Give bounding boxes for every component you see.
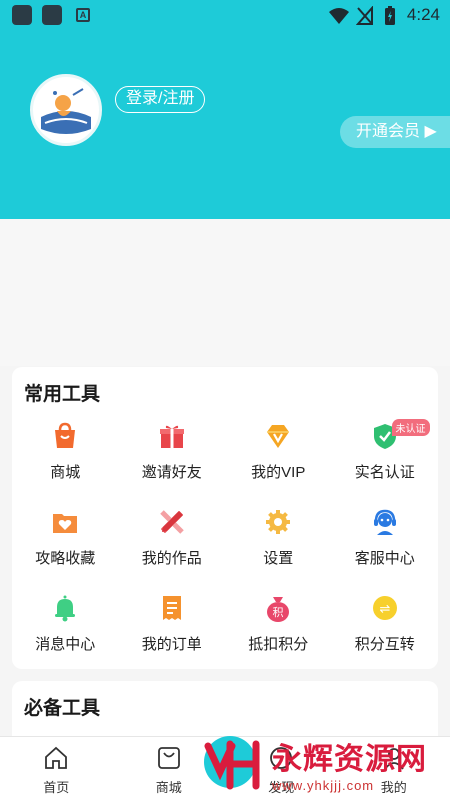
section-title: 常用工具	[24, 384, 101, 405]
tool-deduct-points[interactable]: 积 抵扣积分	[225, 589, 332, 675]
tab-label: 我的	[380, 780, 407, 795]
wifi-icon	[329, 8, 349, 24]
gear-icon	[266, 510, 291, 534]
clock: 4:24	[406, 5, 440, 24]
notification-icon	[12, 5, 32, 25]
section-title: 必备工具	[24, 698, 101, 719]
tab-label: 首页	[43, 780, 70, 795]
profile-icon	[384, 748, 404, 770]
profile-header: 登录/注册 开通会员 ▶	[0, 32, 450, 219]
vip-diamond-icon	[267, 425, 290, 448]
tool-shop[interactable]: 商城	[12, 417, 119, 503]
points-glyph: 积	[273, 606, 284, 619]
tool-message-center[interactable]: 消息中心	[12, 589, 119, 675]
tool-points-transfer[interactable]: ⇌ 积分互转	[332, 589, 439, 675]
tool-label: 设置	[263, 550, 294, 567]
money-bag-icon: 积	[267, 597, 290, 622]
shopping-bag-icon	[55, 422, 76, 448]
tool-label: 邀请好友	[141, 464, 202, 481]
receipt-icon	[162, 596, 181, 620]
gift-icon	[159, 425, 184, 448]
common-tools-card: 常用工具 商城 邀请好友 我的VIP 未认证 实名认证 攻略收藏 我的作品 设置…	[12, 367, 438, 669]
exchange-glyph: ⇌	[379, 602, 390, 617]
tab-label: 发现	[268, 780, 295, 795]
unverified-badge: 未认证	[391, 419, 430, 436]
login-register-button[interactable]: 登录/注册	[115, 86, 206, 113]
tool-label: 积分互转	[354, 636, 415, 653]
tool-label: 实名认证	[354, 464, 415, 481]
tool-label: 客服中心	[354, 550, 415, 567]
tool-guide-favorites[interactable]: 攻略收藏	[12, 503, 119, 589]
home-icon	[45, 746, 68, 769]
tab-label: 商城	[155, 780, 182, 795]
tab-discover[interactable]: 发现	[225, 737, 338, 800]
tool-label: 攻略收藏	[35, 550, 96, 567]
tool-label: 我的VIP	[251, 464, 306, 481]
tool-label: 商城	[50, 464, 81, 481]
spacer	[0, 219, 450, 366]
exchange-coin-icon: ⇌	[372, 596, 397, 620]
notification-icon	[42, 5, 62, 25]
heart-folder-icon	[53, 514, 78, 533]
open-vip-button[interactable]: 开通会员 ▶	[340, 116, 450, 148]
pencil-ruler-icon	[159, 510, 184, 534]
battery-icon	[385, 6, 395, 25]
bottom-tab-bar: 首页 商城 发现 我的	[0, 736, 450, 800]
signal-icon	[356, 6, 373, 25]
tool-label: 消息中心	[35, 636, 96, 653]
headset-icon	[373, 509, 396, 535]
avatar[interactable]	[30, 74, 102, 146]
tool-my-orders[interactable]: 我的订单	[119, 589, 226, 675]
notification-a-icon: A	[76, 8, 90, 22]
tool-invite-friends[interactable]: 邀请好友	[119, 417, 226, 503]
shopping-bag-icon	[157, 747, 180, 769]
tab-home[interactable]: 首页	[0, 737, 113, 800]
tool-label: 抵扣积分	[248, 636, 309, 653]
tool-label: 我的订单	[141, 636, 202, 653]
tool-my-works[interactable]: 我的作品	[119, 503, 226, 589]
tool-real-name-auth[interactable]: 未认证 实名认证	[332, 417, 439, 503]
discover-icon	[270, 747, 293, 769]
tool-customer-service[interactable]: 客服中心	[332, 503, 439, 589]
bell-icon	[55, 595, 76, 622]
tab-profile[interactable]: 我的	[338, 737, 450, 800]
tools-grid: 商城 邀请好友 我的VIP 未认证 实名认证 攻略收藏 我的作品 设置 客服中心…	[12, 417, 438, 675]
tab-shop[interactable]: 商城	[113, 737, 226, 800]
logo-icon	[35, 79, 97, 141]
tool-label: 我的作品	[141, 550, 202, 567]
status-bar: A 4:24	[0, 0, 450, 32]
tool-settings[interactable]: 设置	[225, 503, 332, 589]
tool-my-vip[interactable]: 我的VIP	[225, 417, 332, 503]
